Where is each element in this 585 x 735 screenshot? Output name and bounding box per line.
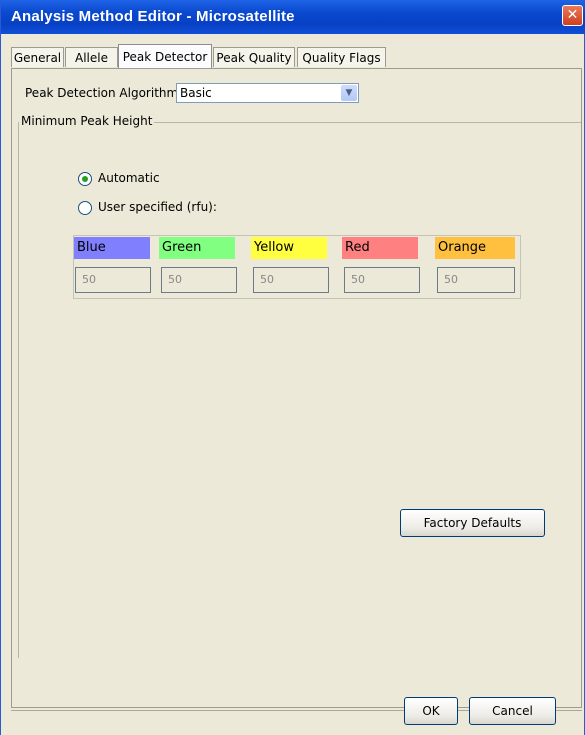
tab-quality-flags[interactable]: Quality Flags [297,47,386,67]
close-button[interactable]: ✕ [562,5,583,26]
factory-defaults-button[interactable]: Factory Defaults [400,509,545,537]
rfu-input-blue[interactable]: 50 [75,267,151,293]
dialog-window: Analysis Method Editor - Microsatellite … [0,0,585,735]
rfu-input-yellow[interactable]: 50 [253,267,329,293]
algorithm-value: Basic [180,86,212,100]
rfu-input-red[interactable]: 50 [344,267,420,293]
tab-allele[interactable]: Allele [65,47,118,67]
radio-user-specified-label: User specified (rfu): [98,200,217,214]
radio-automatic-label: Automatic [98,171,160,185]
channel-label-orange: Orange [435,237,515,259]
rfu-input-orange[interactable]: 50 [437,267,515,293]
radio-button-icon[interactable] [78,201,92,215]
channel-label-yellow: Yellow [251,237,327,259]
tab-peak-quality[interactable]: Peak Quality [213,47,295,67]
channel-label-red: Red [342,237,418,259]
channel-label-blue: Blue [74,237,150,259]
chevron-down-icon[interactable]: ▼ [341,85,357,101]
close-icon: ✕ [566,7,579,23]
title-bar[interactable]: Analysis Method Editor - Microsatellite … [1,0,585,34]
algorithm-label: Peak Detection Algorithm: [25,86,183,100]
algorithm-select[interactable]: Basic ▼ [176,83,359,103]
radio-button-icon[interactable] [78,172,92,186]
radio-selected-dot [82,176,88,182]
group-legend: Minimum Peak Height [19,114,155,128]
channel-label-green: Green [159,237,235,259]
ok-button[interactable]: OK [404,697,458,725]
tab-general[interactable]: General [11,47,64,67]
rfu-input-green[interactable]: 50 [161,267,237,293]
cancel-button[interactable]: Cancel [469,697,556,725]
window-title: Analysis Method Editor - Microsatellite [11,8,295,25]
tab-peak-detector[interactable]: Peak Detector [118,44,212,68]
